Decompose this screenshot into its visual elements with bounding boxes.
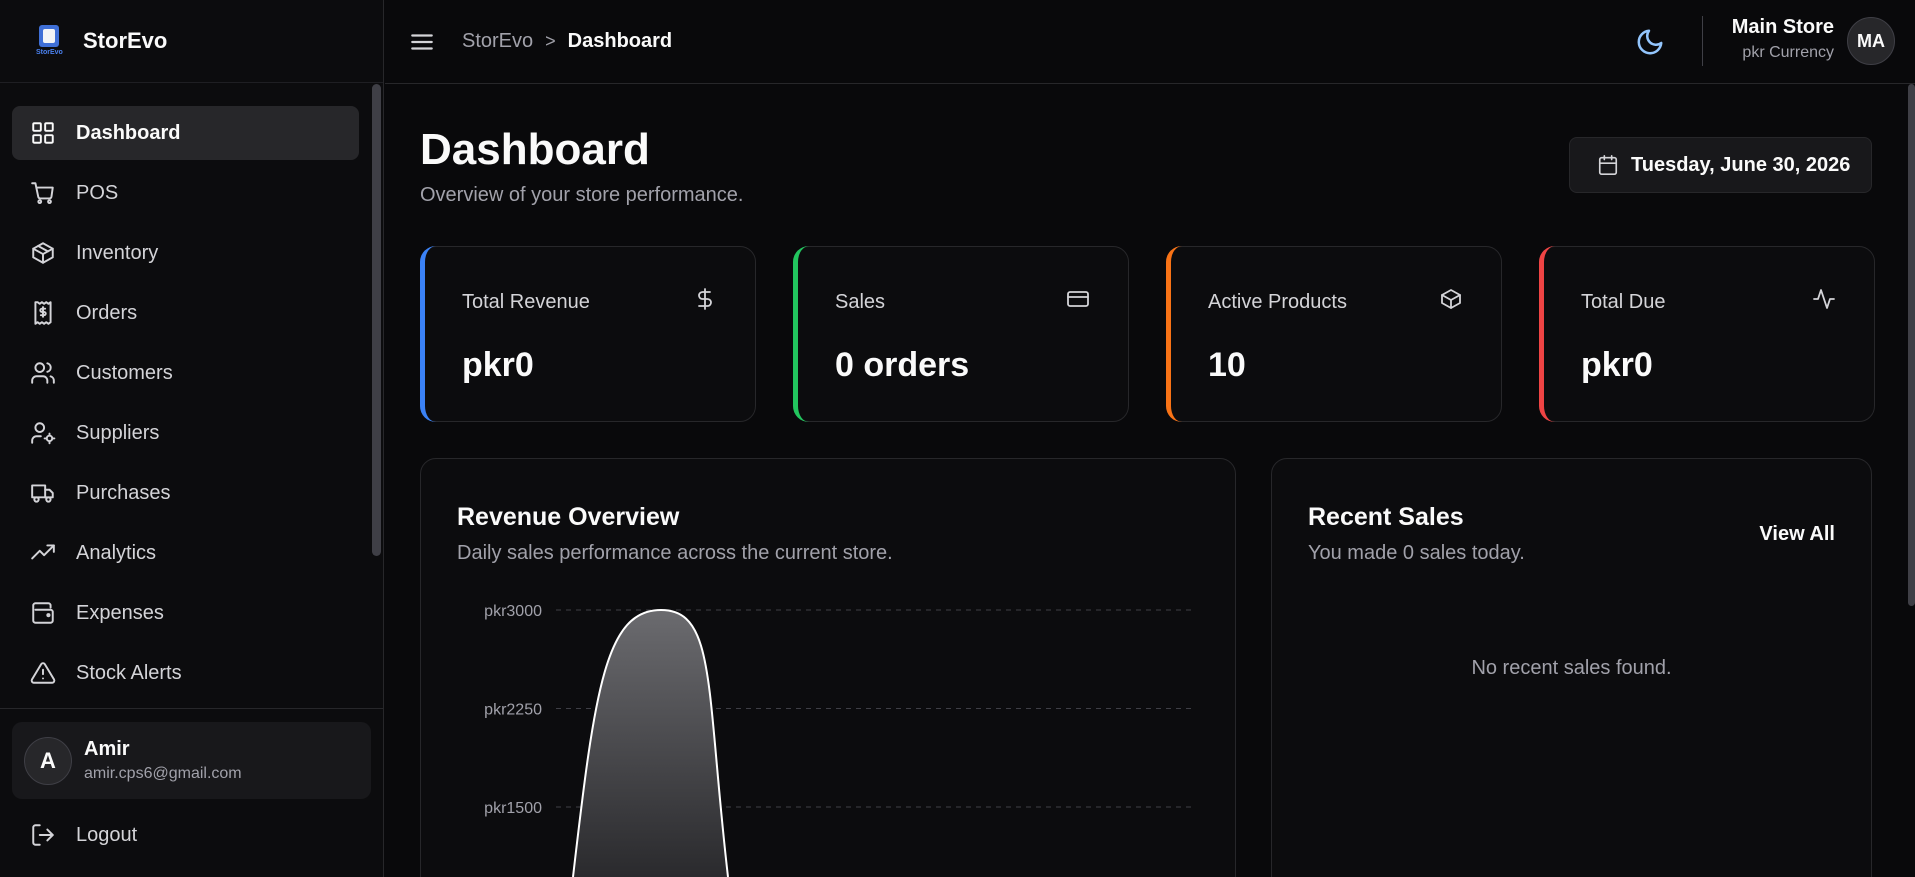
receipt-icon: [34, 301, 52, 325]
users-icon: [31, 362, 55, 384]
sidebar-item-expenses[interactable]: Expenses: [12, 586, 359, 640]
brand[interactable]: StorEvo StorEvo: [0, 0, 383, 83]
sidebar-item-label: Dashboard: [76, 121, 181, 144]
brand-name: StorEvo: [83, 28, 168, 53]
box-icon: [32, 242, 54, 264]
user-email: amir.cps6@gmail.com: [84, 765, 242, 782]
sidebar-item-label: Orders: [76, 301, 138, 324]
sidebar-item-dashboard[interactable]: Dashboard: [12, 106, 359, 160]
sidebar-item-label: Expenses: [76, 601, 164, 624]
logout-button[interactable]: Logout: [30, 822, 137, 848]
y-tick-label: pkr3000: [484, 603, 542, 620]
truck-icon: [31, 484, 54, 503]
sidebar-item-purchases[interactable]: Purchases: [12, 466, 359, 520]
revenue-area: [573, 610, 728, 877]
sidebar-item-inventory[interactable]: Inventory: [12, 226, 359, 280]
sidebar-item-label: Analytics: [76, 541, 157, 564]
sidebar-nav: Dashboard POS Inventory Orders Customers…: [12, 106, 359, 706]
avatar: A: [24, 736, 72, 785]
sidebar-item-suppliers[interactable]: Suppliers: [12, 406, 359, 460]
user-card[interactable]: A Amir amir.cps6@gmail.com: [12, 722, 371, 799]
sidebar-item-label: Customers: [76, 361, 173, 384]
logout-label: Logout: [76, 823, 138, 846]
y-tick-label: pkr2250: [484, 702, 542, 719]
sidebar-item-label: Suppliers: [76, 421, 160, 444]
sidebar-item-analytics[interactable]: Analytics: [12, 526, 359, 580]
sidebar-item-pos[interactable]: POS: [12, 166, 359, 220]
divider: [0, 708, 383, 709]
sidebar-item-label: Stock Alerts: [76, 661, 182, 684]
cart-icon: [31, 182, 54, 205]
sidebar-item-label: Purchases: [76, 481, 171, 504]
storevo-logo-icon: StorEvo: [33, 23, 65, 59]
revenue-chart: pkr3000 pkr2250 pkr1500: [484, 603, 1192, 877]
alert-triangle-icon: [30, 662, 56, 684]
y-tick-label: pkr1500: [484, 800, 542, 817]
sidebar-item-label: Inventory: [76, 241, 159, 264]
sidebar-item-orders[interactable]: Orders: [12, 286, 359, 340]
sidebar-item-stock-alerts[interactable]: Stock Alerts: [12, 646, 359, 700]
wallet-icon: [32, 602, 54, 624]
user-name: Amir: [84, 738, 130, 760]
logout-icon: [32, 824, 54, 846]
sidebar-item-label: POS: [76, 181, 119, 204]
user-cog-icon: [31, 422, 56, 445]
sidebar: StorEvo StorEvo Dashboard POS Inventory …: [0, 0, 384, 877]
grid-icon: [32, 122, 54, 144]
sidebar-scrollbar[interactable]: [372, 84, 381, 556]
sidebar-item-customers[interactable]: Customers: [12, 346, 359, 400]
trending-up-icon: [31, 544, 55, 560]
